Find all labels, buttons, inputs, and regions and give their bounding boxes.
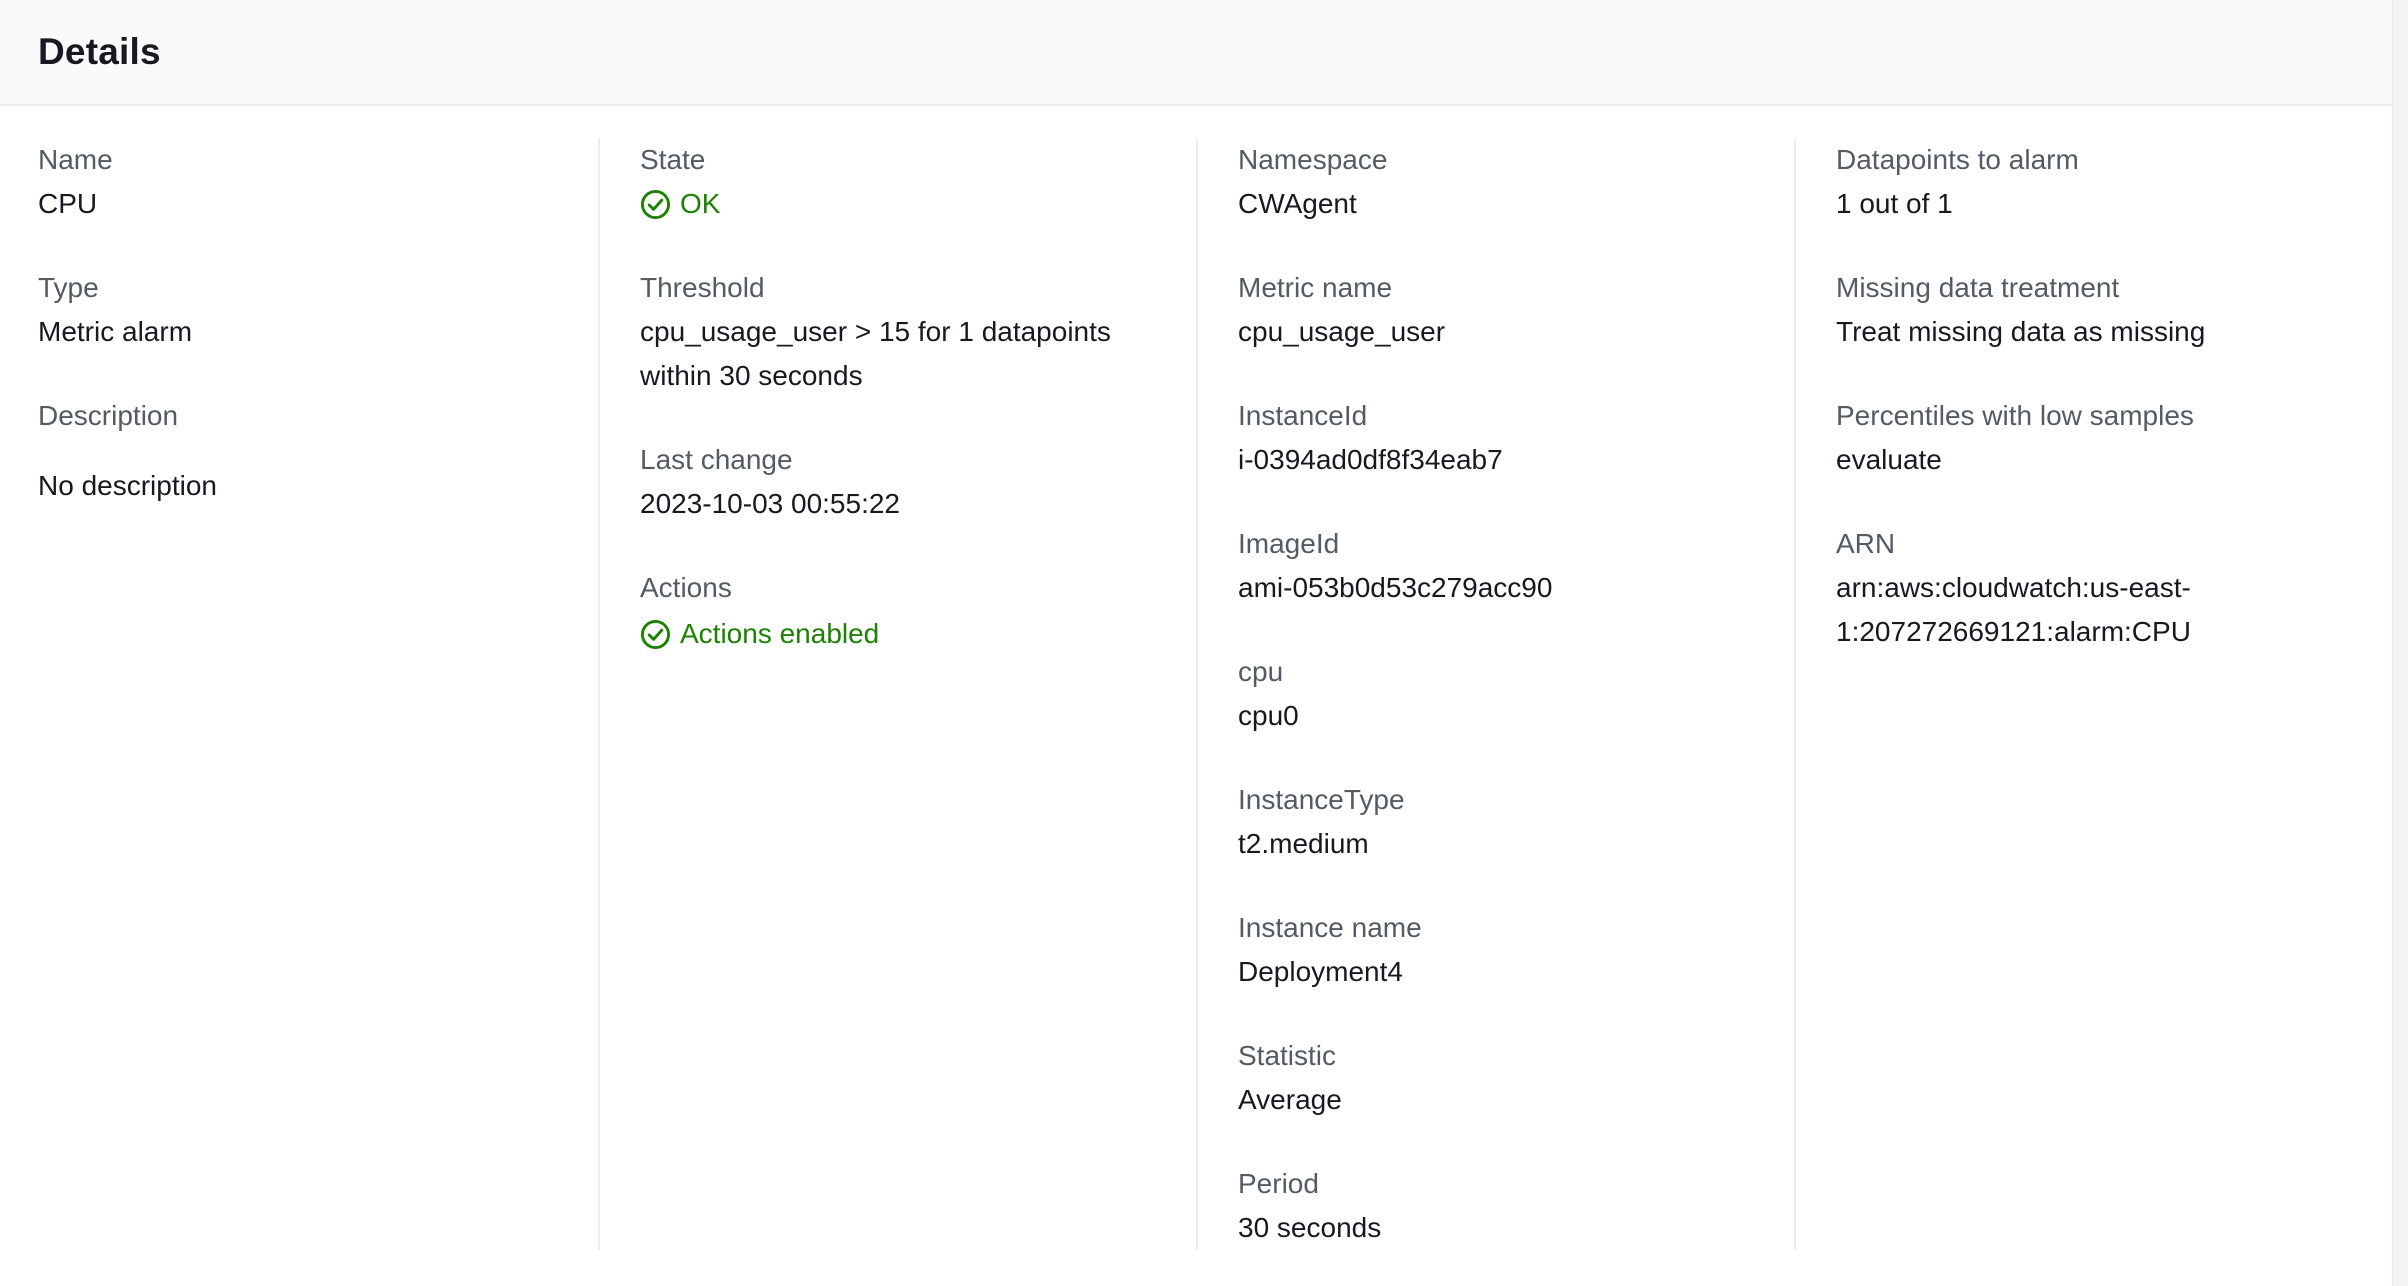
actions-field: Actions Actions enabled (640, 566, 1196, 656)
last-change-field: Last change 2023-10-03 00:55:22 (640, 438, 1196, 526)
missing-data-field: Missing data treatment Treat missing dat… (1836, 266, 2393, 354)
name-label: Name (38, 144, 113, 175)
arn-label: ARN (1836, 528, 1896, 559)
state-status: OK (640, 182, 1196, 226)
cpu-value: cpu0 (1238, 700, 1299, 731)
datapoints-value: 1 out of 1 (1836, 188, 1953, 219)
last-change-label: Last change (640, 444, 793, 475)
percentiles-label: Percentiles with low samples (1836, 400, 2194, 431)
namespace-value: CWAgent (1238, 188, 1357, 219)
type-label: Type (38, 272, 99, 303)
name-value: CPU (38, 188, 98, 219)
statistic-field: Statistic Average (1238, 1034, 1794, 1122)
period-label: Period (1238, 1168, 1319, 1199)
threshold-label: Threshold (640, 272, 765, 303)
namespace-field: Namespace CWAgent (1238, 138, 1794, 226)
image-id-field: ImageId ami-053b0d53c279acc90 (1238, 522, 1794, 610)
instance-id-field: InstanceId i-0394ad0df8f34eab7 (1238, 394, 1794, 482)
arn-value: arn:aws:cloudwatch:us-east-1:20727266912… (1836, 572, 2191, 647)
threshold-value: cpu_usage_user > 15 for 1 datapoints wit… (640, 316, 1111, 391)
percentiles-field: Percentiles with low samples evaluate (1836, 394, 2393, 482)
metric-name-label: Metric name (1238, 272, 1393, 303)
missing-data-value: Treat missing data as missing (1836, 316, 2206, 347)
details-columns: Name CPU Type Metric alarm Description N… (0, 138, 2393, 1250)
check-circle-icon (640, 189, 671, 219)
details-panel: Details Name CPU Type Metric alarm Descr… (0, 0, 2393, 1286)
details-column-4: Datapoints to alarm 1 out of 1 Missing d… (1794, 138, 2393, 1250)
details-column-3: Namespace CWAgent Metric name cpu_usage_… (1196, 138, 1794, 1250)
instance-type-label: InstanceType (1238, 784, 1405, 815)
cpu-field: cpu cpu0 (1238, 650, 1794, 738)
state-field: State OK (640, 138, 1196, 226)
threshold-field: Threshold cpu_usage_user > 15 for 1 data… (640, 266, 1196, 398)
check-circle-icon (640, 619, 671, 649)
scrollbar-track[interactable] (2393, 0, 2408, 1286)
details-column-1: Name CPU Type Metric alarm Description N… (38, 138, 598, 1250)
actions-value: Actions enabled (680, 618, 880, 649)
metric-name-field: Metric name cpu_usage_user (1238, 266, 1794, 354)
details-column-2: State OK Threshold cpu_usage_user > 15 f… (598, 138, 1196, 1250)
state-value: OK (680, 188, 721, 219)
description-field: Description No description (38, 394, 598, 508)
instance-name-label: Instance name (1238, 912, 1422, 943)
actions-status: Actions enabled (640, 612, 1196, 656)
namespace-label: Namespace (1238, 144, 1388, 175)
missing-data-label: Missing data treatment (1836, 272, 2120, 303)
type-value: Metric alarm (38, 316, 193, 347)
state-label: State (640, 144, 706, 175)
period-field: Period 30 seconds (1238, 1162, 1794, 1250)
type-field: Type Metric alarm (38, 266, 598, 354)
arn-field: ARN arn:aws:cloudwatch:us-east-1:2072726… (1836, 522, 2393, 654)
name-field: Name CPU (38, 138, 598, 226)
description-label: Description (38, 400, 179, 431)
metric-name-value: cpu_usage_user (1238, 316, 1446, 347)
instance-type-field: InstanceType t2.medium (1238, 778, 1794, 866)
last-change-value: 2023-10-03 00:55:22 (640, 488, 900, 519)
datapoints-label: Datapoints to alarm (1836, 144, 2079, 175)
instance-id-value: i-0394ad0df8f34eab7 (1238, 444, 1503, 475)
statistic-label: Statistic (1238, 1040, 1337, 1071)
image-id-label: ImageId (1238, 528, 1340, 559)
description-value: No description (38, 470, 217, 501)
datapoints-field: Datapoints to alarm 1 out of 1 (1836, 138, 2393, 226)
period-value: 30 seconds (1238, 1212, 1382, 1243)
instance-id-label: InstanceId (1238, 400, 1368, 431)
cpu-label: cpu (1238, 656, 1284, 687)
instance-type-value: t2.medium (1238, 828, 1369, 859)
percentiles-value: evaluate (1836, 444, 1942, 475)
image-id-value: ami-053b0d53c279acc90 (1238, 572, 1553, 603)
details-header: Details (0, 0, 2392, 106)
instance-name-field: Instance name Deployment4 (1238, 906, 1794, 994)
details-title: Details (38, 31, 161, 72)
statistic-value: Average (1238, 1084, 1342, 1115)
actions-label: Actions (640, 572, 732, 603)
instance-name-value: Deployment4 (1238, 956, 1403, 987)
